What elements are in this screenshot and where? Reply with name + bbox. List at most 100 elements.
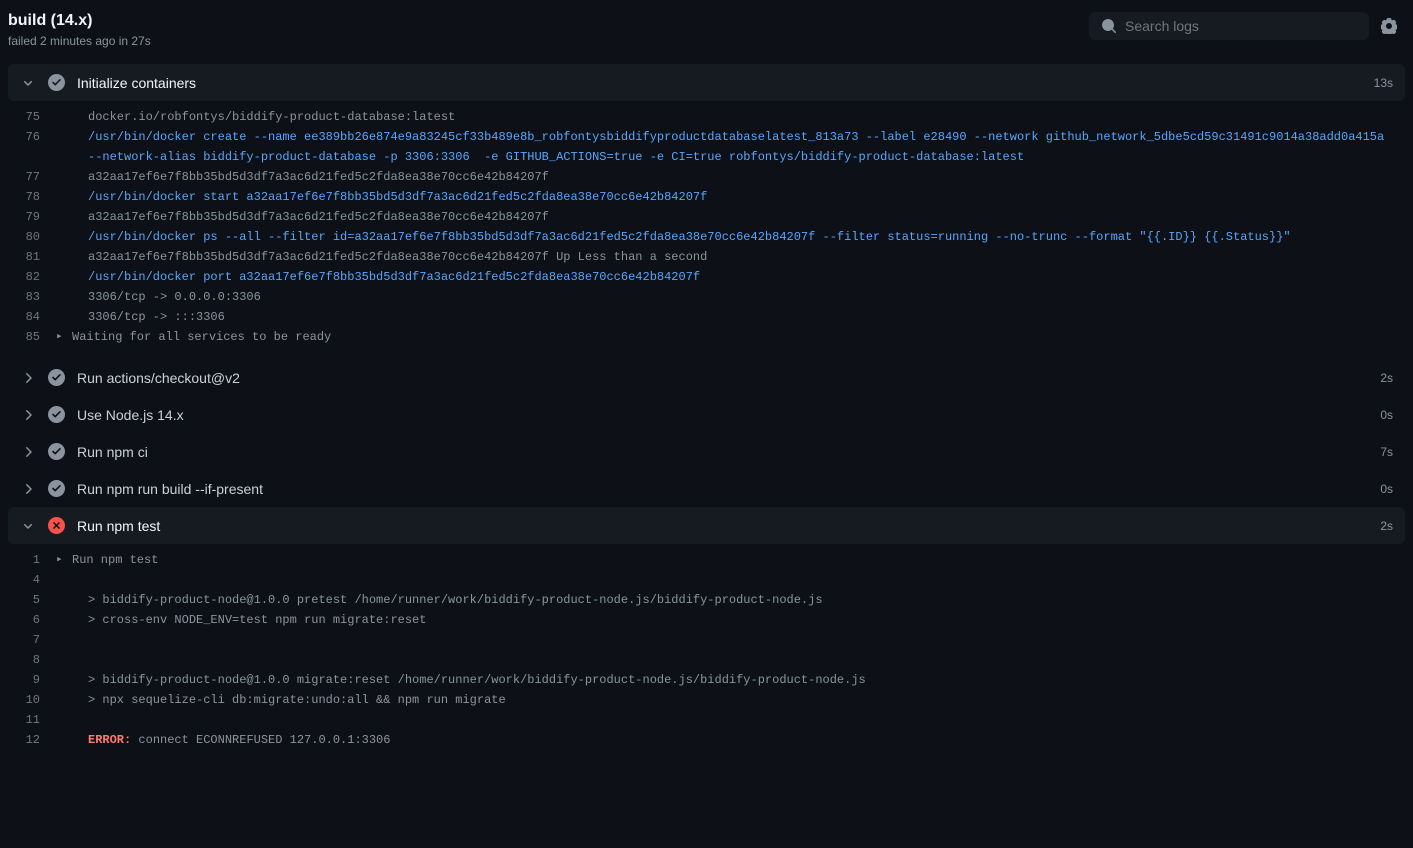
search-box[interactable] (1089, 12, 1369, 40)
log-text: > biddify-product-node@1.0.0 migrate:res… (72, 670, 1405, 690)
log-line: 75 docker.io/robfontys/biddify-product-da… (8, 107, 1405, 127)
check-circle-icon (48, 74, 65, 91)
log-line: 83 3306/tcp -> 0.0.0.0:3306 (8, 287, 1405, 307)
log-line: 77 a32aa17ef6e7f8bb35bd5d3df7a3ac6d21fed5… (8, 167, 1405, 187)
log-text: 3306/tcp -> :::3306 (72, 307, 1405, 327)
log-line-number: 6 (8, 610, 56, 630)
check-circle-icon (48, 480, 65, 497)
log-line-number: 85 (8, 327, 56, 347)
log-text: ERROR: connect ECONNREFUSED 127.0.0.1:33… (72, 730, 1405, 750)
step-row[interactable]: Run npm ci 7s (8, 433, 1405, 470)
log-line-number: 8 (8, 650, 56, 670)
step-duration: 0s (1380, 482, 1393, 496)
log-line-number: 75 (8, 107, 56, 127)
check-circle-icon (48, 443, 65, 460)
step-name: Run actions/checkout@v2 (77, 370, 1368, 386)
log-text: /usr/bin/docker port a32aa17ef6e7f8bb35b… (72, 267, 1405, 287)
step-duration: 7s (1380, 445, 1393, 459)
log-text: /usr/bin/docker start a32aa17ef6e7f8bb35… (72, 187, 1405, 207)
log-line: 9 > biddify-product-node@1.0.0 migrate:re… (8, 670, 1405, 690)
log-line: 11 (8, 710, 1405, 730)
step-duration: 0s (1380, 408, 1393, 422)
log-caret: ▸ (56, 327, 72, 347)
step-name: Run npm ci (77, 444, 1368, 460)
log-line: 5 > biddify-product-node@1.0.0 pretest /h… (8, 590, 1405, 610)
step-row[interactable]: Run npm test2s (8, 507, 1405, 544)
log-line-number: 10 (8, 690, 56, 710)
log-text: > cross-env NODE_ENV=test npm run migrat… (72, 610, 1405, 630)
log-text: 3306/tcp -> 0.0.0.0:3306 (72, 287, 1405, 307)
log-line-number: 83 (8, 287, 56, 307)
steps-container: Initialize containers13s75docker.io/robf… (0, 64, 1413, 762)
log-line: 76/usr/bin/docker create --name ee389bb2… (8, 127, 1405, 167)
page-title: build (14.x) (8, 12, 151, 30)
step-row[interactable]: Run actions/checkout@v22s (8, 359, 1405, 396)
log-line-number: 9 (8, 670, 56, 690)
chevron-right-icon (20, 481, 36, 497)
log-line-number: 12 (8, 730, 56, 750)
header-left: build (14.x) failed 2 minutes ago in 27s (8, 12, 151, 48)
step-row[interactable]: Initialize containers 13s (8, 64, 1405, 101)
gear-icon[interactable] (1381, 18, 1397, 34)
log-text: a32aa17ef6e7f8bb35bd5d3df7a3ac6d21fed5c2… (72, 207, 1405, 227)
check-circle-icon (48, 406, 65, 423)
search-icon (1101, 18, 1117, 34)
log-line-number: 4 (8, 570, 56, 590)
log-line: 7 (8, 630, 1405, 650)
log-line-number: 5 (8, 590, 56, 610)
step-duration: 13s (1374, 76, 1393, 90)
step-name: Initialize containers (77, 75, 1362, 91)
log-text: Run npm test (72, 550, 1405, 570)
step-row[interactable]: Run npm run build --if-present 0s (8, 470, 1405, 507)
log-block: 75 docker.io/robfontys/biddify-product-da… (8, 103, 1405, 359)
log-line-number: 78 (8, 187, 56, 207)
x-circle-icon (48, 517, 65, 534)
log-text: > npx sequelize-cli db:migrate:undo:all … (72, 690, 1405, 710)
chevron-down-icon (20, 518, 36, 534)
log-text: a32aa17ef6e7f8bb35bd5d3df7a3ac6d21fed5c2… (72, 247, 1405, 267)
log-line: 79 a32aa17ef6e7f8bb35bd5d3df7a3ac6d21fed5… (8, 207, 1405, 227)
log-text: /usr/bin/docker create --name ee389bb26e… (72, 127, 1405, 167)
log-text: /usr/bin/docker ps --all --filter id=a32… (72, 227, 1405, 247)
log-line-number: 77 (8, 167, 56, 187)
log-line: 1▸ Run npm test (8, 550, 1405, 570)
log-line-number: 1 (8, 550, 56, 570)
step-name: Use Node.js 14.x (77, 407, 1368, 423)
log-block: 1▸ Run npm test45> biddify-product-node@… (8, 546, 1405, 762)
search-input[interactable] (1125, 18, 1357, 34)
log-text: docker.io/robfontys/biddify-product-data… (72, 107, 1405, 127)
log-line-number: 80 (8, 227, 56, 247)
log-line: 8 (8, 650, 1405, 670)
log-line: 10 > npx sequelize-cli db:migrate:undo:al… (8, 690, 1405, 710)
chevron-right-icon (20, 370, 36, 386)
log-line: 85▸ Waiting for all services to be ready (8, 327, 1405, 347)
log-line: 12 ERROR: connect ECONNREFUSED 127.0.0.1:… (8, 730, 1405, 750)
check-circle-icon (48, 369, 65, 386)
log-line: 81 a32aa17ef6e7f8bb35bd5d3df7a3ac6d21fed5… (8, 247, 1405, 267)
log-line: 4 (8, 570, 1405, 590)
status-subtitle: failed 2 minutes ago in 27s (8, 34, 151, 48)
log-caret: ▸ (56, 550, 72, 570)
log-line: 82/usr/bin/docker port a32aa17ef6e7f8bb3… (8, 267, 1405, 287)
log-line: 84 3306/tcp -> :::3306 (8, 307, 1405, 327)
log-line-number: 11 (8, 710, 56, 730)
header: build (14.x) failed 2 minutes ago in 27s (0, 0, 1413, 64)
step-row[interactable]: Use Node.js 14.x 0s (8, 396, 1405, 433)
chevron-down-icon (20, 75, 36, 91)
header-right (1089, 12, 1397, 40)
log-line-number: 82 (8, 267, 56, 287)
log-line: 6 > cross-env NODE_ENV=test npm run migra… (8, 610, 1405, 630)
log-line-number: 76 (8, 127, 56, 147)
log-line-number: 81 (8, 247, 56, 267)
chevron-right-icon (20, 407, 36, 423)
chevron-right-icon (20, 444, 36, 460)
log-text: Waiting for all services to be ready (72, 327, 1405, 347)
log-line-number: 79 (8, 207, 56, 227)
log-text: > biddify-product-node@1.0.0 pretest /ho… (72, 590, 1405, 610)
log-text: a32aa17ef6e7f8bb35bd5d3df7a3ac6d21fed5c2… (72, 167, 1405, 187)
log-line: 78/usr/bin/docker start a32aa17ef6e7f8bb… (8, 187, 1405, 207)
log-line: 80/usr/bin/docker ps --all --filter id=a… (8, 227, 1405, 247)
log-line-number: 84 (8, 307, 56, 327)
step-name: Run npm run build --if-present (77, 481, 1368, 497)
log-line-number: 7 (8, 630, 56, 650)
